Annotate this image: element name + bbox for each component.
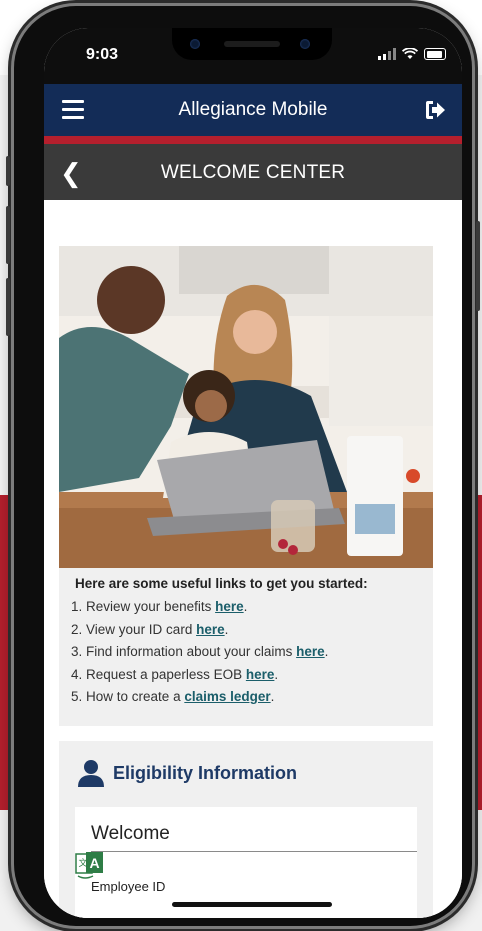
translate-icon[interactable]: A 文 [75, 851, 105, 881]
notch [172, 28, 332, 60]
app-title: Allegiance Mobile [178, 99, 328, 120]
list-number: 1. [71, 599, 83, 614]
list-item: 2. View your ID card here. [71, 619, 328, 642]
claims-ledger-link[interactable]: claims ledger [184, 689, 270, 704]
side-button-volume-down [6, 278, 10, 336]
sub-header: ❮ WELCOME CENTER [44, 144, 462, 200]
list-suffix: . [243, 599, 248, 614]
accent-stripe [44, 136, 462, 144]
list-text: View your ID card [86, 621, 197, 637]
side-button-power [476, 221, 480, 311]
paperless-eob-link[interactable]: here [246, 667, 275, 682]
speaker-grille [224, 41, 280, 47]
page-title: WELCOME CENTER [160, 162, 346, 183]
list-number: 3. [71, 644, 83, 659]
useful-links-list: 1. Review your benefits here. 2. View yo… [71, 596, 328, 709]
sensor-icon [300, 39, 310, 49]
person-icon [78, 760, 104, 787]
list-item: 5. How to create a claims ledger. [71, 686, 328, 709]
side-button-mute [6, 156, 10, 186]
list-text: How to create a [86, 689, 185, 704]
eligibility-title: Eligibility Information [113, 762, 297, 783]
wifi-icon [402, 48, 418, 59]
content-area[interactable]: Here are some useful links to get you st… [44, 200, 462, 918]
list-number: 4. [71, 666, 83, 682]
view-id-card-link[interactable]: here [196, 622, 225, 637]
home-indicator[interactable] [172, 902, 332, 907]
list-item: 4. Request a paperless EOB here. [71, 664, 328, 687]
list-item: 3. Find information about your claims he… [71, 641, 328, 664]
front-camera-icon [190, 39, 200, 49]
phone-screen: 9:03 Allegiance Mobile ❮ WELCOME CENTER … [44, 28, 462, 918]
eligibility-header: Eligibility Information [77, 759, 297, 787]
svg-text:文: 文 [78, 857, 87, 868]
links-intro-text: Here are some useful links to get you st… [75, 576, 368, 591]
list-text: Review your benefits [86, 599, 216, 614]
list-item: 1. Review your benefits here. [71, 596, 328, 619]
svg-text:A: A [89, 855, 99, 871]
list-text: Request a paperless EOB [86, 666, 246, 682]
list-text: Find information about your claims [86, 644, 297, 659]
employee-id-label: Employee ID [91, 879, 166, 894]
phone-frame: 9:03 Allegiance Mobile ❮ WELCOME CENTER … [6, 6, 480, 926]
useful-links-card: Here are some useful links to get you st… [59, 246, 433, 726]
claims-info-link[interactable]: here [296, 644, 325, 659]
signal-icon [378, 48, 396, 60]
list-suffix: . [270, 689, 275, 704]
list-suffix: . [324, 644, 329, 659]
list-suffix: . [274, 666, 279, 682]
status-time: 9:03 [86, 46, 119, 63]
side-button-volume-up [6, 206, 10, 264]
logout-icon[interactable] [424, 100, 446, 120]
status-icons [378, 48, 446, 60]
review-benefits-link[interactable]: here [215, 599, 244, 614]
divider [91, 851, 417, 852]
status-bar: 9:03 [44, 28, 462, 84]
list-number: 5. [71, 689, 83, 704]
family-photo [59, 246, 433, 568]
battery-icon [424, 48, 446, 60]
eligibility-card: Eligibility Information Welcome A 文 Empl… [59, 741, 433, 918]
welcome-label: Welcome [91, 823, 170, 844]
list-suffix: . [224, 621, 229, 637]
app-bar: Allegiance Mobile [44, 84, 462, 136]
list-number: 2. [71, 621, 83, 637]
